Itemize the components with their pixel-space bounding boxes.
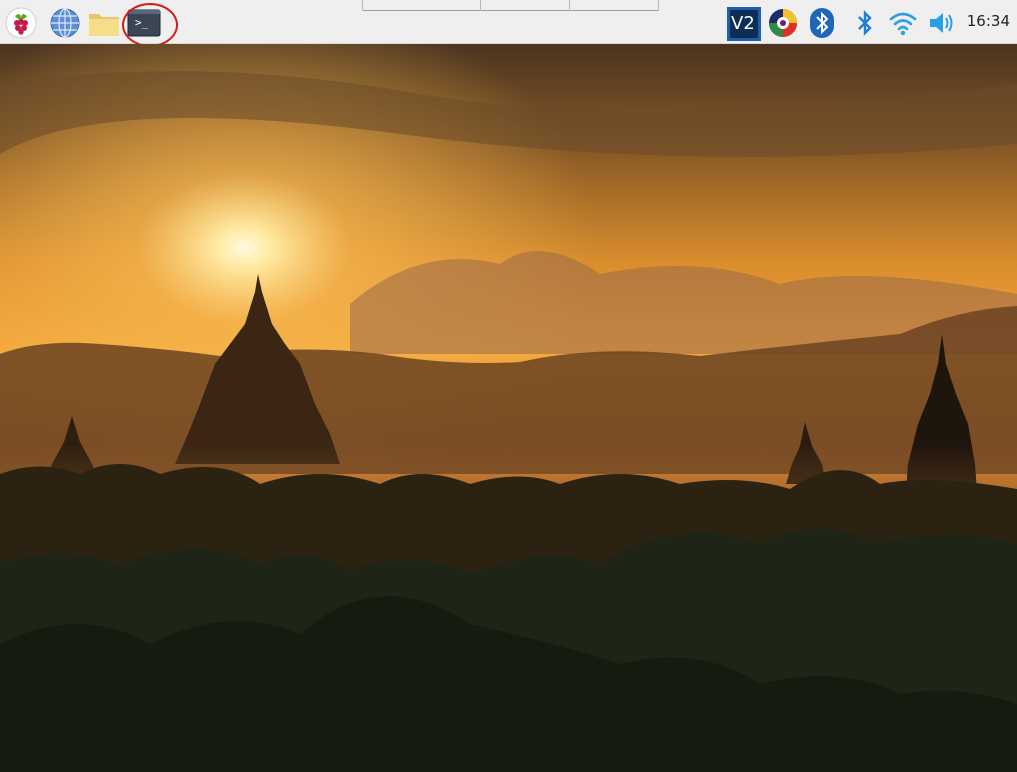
bluetooth-manager-button[interactable] (805, 6, 839, 40)
raspberry-pi-menu-button[interactable] (4, 6, 38, 40)
wifi-icon (889, 12, 917, 36)
bluetooth-tray-button[interactable] (848, 6, 882, 40)
volume-icon (930, 13, 953, 33)
volume-tray-button[interactable] (925, 6, 959, 40)
wifi-tray-button[interactable] (886, 6, 920, 40)
file-manager-button[interactable] (87, 6, 121, 40)
bluetooth-icon (858, 10, 872, 36)
web-browser-button[interactable] (48, 6, 82, 40)
window-list-separator (569, 0, 570, 11)
terminal-button[interactable]: >_ (127, 6, 161, 40)
desktop-wallpaper[interactable] (0, 44, 1017, 772)
sunset-temples-wallpaper (0, 44, 1017, 772)
vnc-server-label: V2 (731, 13, 755, 34)
web-browser-icon (50, 8, 80, 38)
window-list-separator (362, 0, 363, 11)
window-list-separator (480, 0, 481, 11)
color-wheel-button[interactable] (766, 6, 800, 40)
window-list-separator (658, 0, 659, 11)
file-manager-icon (89, 14, 119, 36)
vnc-server-button[interactable]: V2 (727, 7, 761, 41)
terminal-prompt-label: >_ (135, 16, 149, 29)
taskbar: >_ V2 16:34 (0, 0, 1017, 47)
color-wheel-icon (769, 9, 797, 37)
taskbar-window-list (362, 10, 659, 11)
raspberry-pi-menu-icon (5, 7, 37, 39)
bluetooth-app-icon (810, 8, 834, 38)
clock[interactable]: 16:34 (967, 12, 1010, 30)
